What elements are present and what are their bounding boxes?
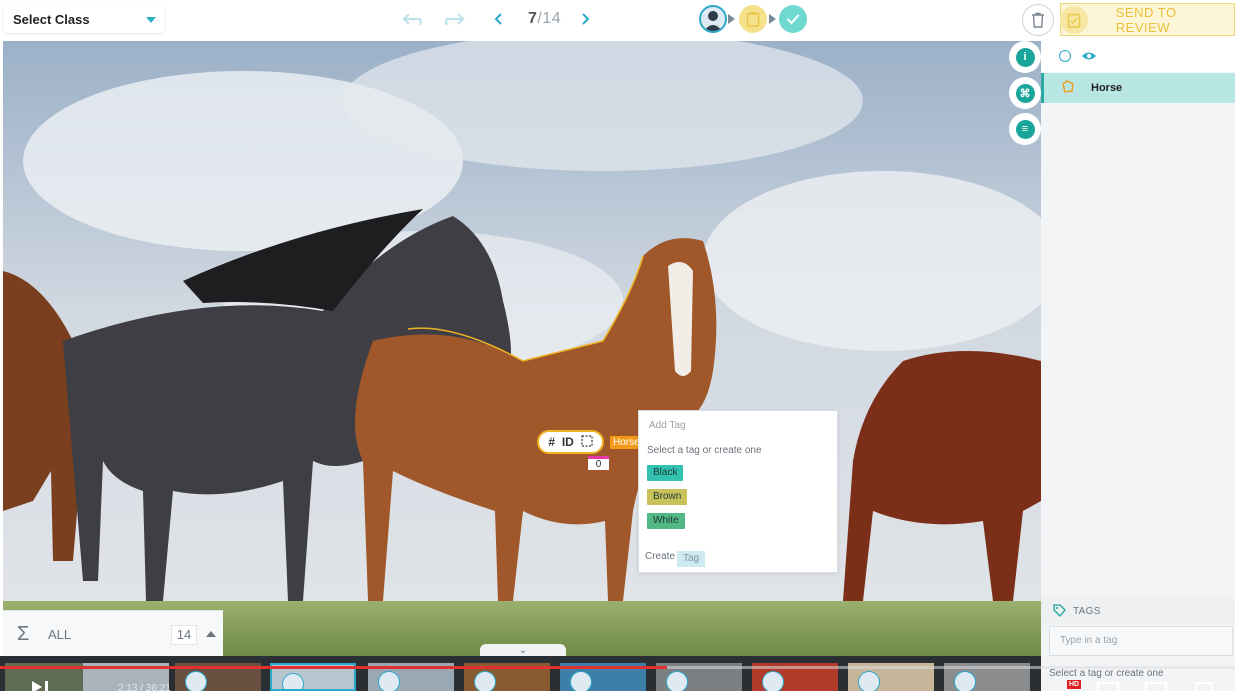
image-canvas[interactable] xyxy=(3,41,1041,656)
create-tag-button[interactable]: Tag xyxy=(677,551,706,567)
send-to-review-button[interactable]: SEND TO REVIEW xyxy=(1060,3,1235,36)
object-id-button[interactable]: ID xyxy=(562,435,574,449)
page-current: 7 xyxy=(528,10,538,27)
tag-chip-brown[interactable]: Brown xyxy=(647,489,688,505)
command-icon: ⌘ xyxy=(1015,83,1035,103)
annotator-avatar[interactable] xyxy=(699,5,727,33)
next-image-button[interactable] xyxy=(576,9,594,29)
play-icon[interactable] xyxy=(32,681,42,691)
video-time: 2:13 / 36:21 xyxy=(118,683,171,691)
object-stats-panel: Σ ALL 14 xyxy=(3,610,223,656)
thumb-avatar xyxy=(282,673,304,689)
info-icon: i xyxy=(1015,47,1035,67)
tags-header: TAGS xyxy=(1041,597,1235,625)
objects-panel: Horse TAGS Type in a tag Select a tag or… xyxy=(1041,41,1235,691)
trash-icon xyxy=(1032,12,1044,28)
workflow-arrow-icon xyxy=(769,14,776,24)
tag-chip-white[interactable]: White xyxy=(647,513,685,529)
add-tag-hint: Select a tag or create one xyxy=(647,445,762,456)
chevron-right-icon xyxy=(582,13,590,25)
page-indicator: 7/14 xyxy=(528,10,561,28)
thumb-avatar xyxy=(954,671,976,691)
chevron-up-icon[interactable] xyxy=(206,631,216,637)
top-toolbar: Select Class 7/14 SEND TO REVIEW xyxy=(0,0,1235,41)
list-icon: ≡ xyxy=(1015,119,1035,139)
info-tab[interactable]: i xyxy=(1009,41,1041,73)
objects-tab[interactable]: ≡ xyxy=(1009,113,1041,145)
workflow-arrow-icon xyxy=(728,14,735,24)
undo-button[interactable] xyxy=(401,8,429,30)
stats-filter-label[interactable]: ALL xyxy=(48,627,71,642)
complete-stage-button[interactable] xyxy=(779,5,807,33)
miniplayer-icon[interactable] xyxy=(1097,682,1119,691)
tag-chip-black[interactable]: Black xyxy=(647,465,684,481)
redo-icon xyxy=(445,13,465,26)
tags-input[interactable]: Type in a tag xyxy=(1049,626,1233,656)
hd-badge: HD xyxy=(1067,680,1082,689)
check-icon xyxy=(786,14,800,25)
clipboard-icon xyxy=(746,12,760,27)
video-progress-remaining[interactable] xyxy=(667,666,1235,669)
add-tag-title: Add Tag xyxy=(649,420,686,431)
sidebar-tabs: i ⌘ ≡ xyxy=(1009,41,1041,151)
fullscreen-icon[interactable] xyxy=(1195,682,1213,691)
video-progress-played[interactable] xyxy=(0,666,667,669)
tags-header-label: TAGS xyxy=(1073,606,1101,617)
thumb-avatar xyxy=(858,671,880,691)
sigma-icon: Σ xyxy=(17,623,30,645)
chevron-down-icon xyxy=(146,17,156,23)
annotation-app: Select Class 7/14 SEND TO REVIEW # ID Ho… xyxy=(0,0,1235,691)
clipboard-check-icon xyxy=(1060,5,1088,34)
select-area-icon[interactable] xyxy=(580,434,593,450)
object-row-horse[interactable]: Horse xyxy=(1041,73,1235,103)
class-select-dropdown[interactable]: Select Class xyxy=(4,6,164,33)
chevron-left-icon xyxy=(494,13,502,25)
eye-icon[interactable] xyxy=(1081,49,1097,67)
review-stage-button[interactable] xyxy=(739,5,767,33)
thumb-avatar xyxy=(474,671,496,691)
prev-image-button[interactable] xyxy=(490,9,508,29)
tags-hint: Select a tag or create one xyxy=(1049,668,1164,679)
redo-button[interactable] xyxy=(438,8,466,30)
polygon-icon xyxy=(1061,80,1075,99)
select-all-radio[interactable] xyxy=(1059,50,1071,62)
send-to-review-label: SEND TO REVIEW xyxy=(1115,4,1177,35)
double-chevron-down-icon: ⌄ xyxy=(518,645,528,656)
class-select-label: Select Class xyxy=(13,12,90,27)
user-icon xyxy=(704,11,722,31)
add-tag-popup: Add Tag Select a tag or create one Black… xyxy=(638,410,838,573)
page-total: /14 xyxy=(537,10,562,27)
theater-mode-icon[interactable] xyxy=(1145,682,1167,691)
object-row-label: Horse xyxy=(1091,82,1123,94)
thumb-avatar xyxy=(185,671,207,691)
tag-icon xyxy=(1053,604,1066,622)
object-tag-count: 0 xyxy=(588,456,609,470)
delete-button[interactable] xyxy=(1022,4,1054,36)
stats-count: 14 xyxy=(171,625,197,645)
undo-icon xyxy=(402,13,422,26)
object-toolbar: # ID xyxy=(537,430,604,454)
thumb-avatar xyxy=(570,671,592,691)
thumb-avatar xyxy=(378,671,400,691)
create-tag-label: Create xyxy=(645,551,676,562)
thumb-avatar xyxy=(762,671,784,691)
thumb-avatar xyxy=(666,671,688,691)
objects-panel-header xyxy=(1041,41,1235,72)
shortcuts-tab[interactable]: ⌘ xyxy=(1009,77,1041,109)
horses-photo xyxy=(3,41,1041,656)
tag-hash-icon[interactable]: # xyxy=(548,435,555,449)
next-video-icon[interactable] xyxy=(45,681,48,691)
